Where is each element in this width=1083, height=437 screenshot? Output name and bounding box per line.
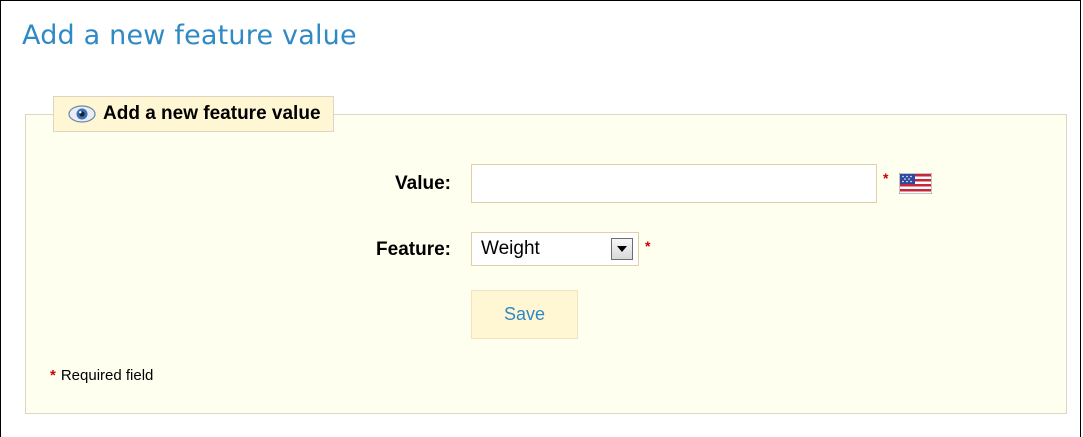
feature-required-marker: * — [645, 238, 651, 254]
value-input[interactable] — [471, 164, 877, 203]
chevron-down-icon[interactable] — [611, 238, 633, 260]
panel-legend: Add a new feature value — [53, 96, 334, 132]
value-required-marker: * — [883, 170, 889, 186]
us-flag-icon[interactable] — [898, 172, 933, 195]
required-field-note: * Required field — [50, 367, 153, 384]
required-note-marker: * — [50, 367, 56, 384]
value-label: Value: — [395, 173, 451, 194]
feature-select-value: Weight — [481, 238, 540, 259]
feature-select[interactable]: Weight — [471, 232, 639, 266]
eye-icon — [67, 104, 97, 124]
feature-label: Feature: — [376, 239, 451, 260]
required-note-text: Required field — [60, 367, 154, 384]
panel-legend-label: Add a new feature value — [103, 103, 321, 124]
page-title: Add a new feature value — [22, 20, 357, 51]
save-button[interactable]: Save — [471, 290, 578, 339]
